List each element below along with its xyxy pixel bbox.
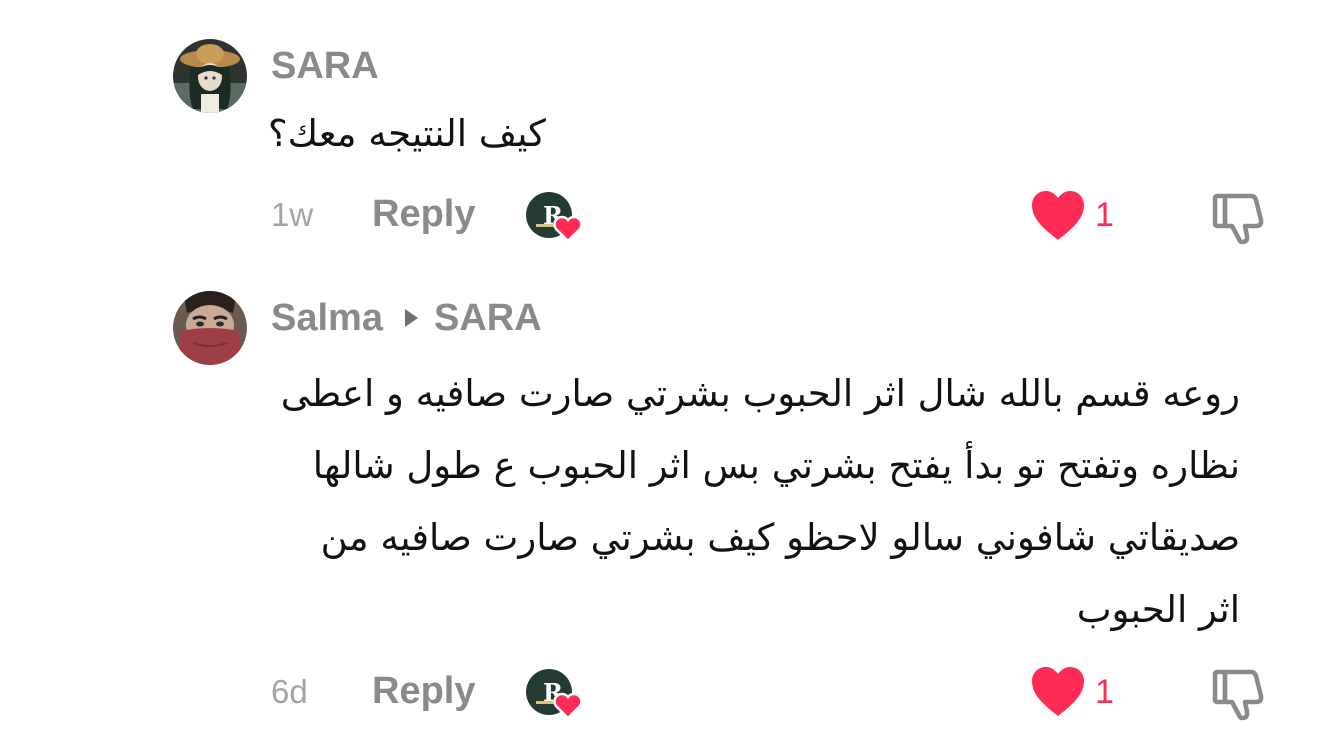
comment-time: 6d: [271, 673, 308, 710]
comment-text-line: نظاره وتفتح تو بدأ يفتح بشرتي بس اثر الح…: [312, 444, 1240, 487]
comment-text-line: روعه قسم بالله شال اثر الحبوب بشرتي صارت…: [280, 372, 1240, 415]
thumbs-down-icon[interactable]: [1211, 190, 1269, 246]
comment-text-line: اثر الحبوب: [1076, 588, 1240, 631]
caret-right-icon: [404, 309, 418, 327]
avatar[interactable]: [173, 39, 247, 113]
reply-to-username[interactable]: SARA: [434, 297, 542, 340]
like-count: 1: [1095, 673, 1114, 711]
avatar-girl-straw-hat-icon: [173, 39, 247, 113]
avatar-face-covered-icon: [173, 291, 247, 365]
reply-button[interactable]: Reply: [372, 193, 475, 236]
username-row: SARA: [271, 43, 379, 89]
username[interactable]: Salma: [271, 297, 383, 340]
comment-time: 1w: [271, 196, 314, 233]
comment-text-line: صديقاتي شافوني سالو لاحظو كيف بشرتي صارت…: [320, 516, 1240, 559]
creator-liked-icon: R: [524, 190, 586, 244]
avatar[interactable]: [173, 291, 247, 365]
username[interactable]: SARA: [271, 45, 379, 88]
creator-liked-icon: R: [524, 667, 586, 721]
comment-text: كيف النتيجه معك؟: [268, 112, 546, 155]
heart-icon[interactable]: [1030, 666, 1086, 718]
reply-button[interactable]: Reply: [372, 670, 475, 713]
comment-text: روعه قسم بالله شال اثر الحبوب بشرتي صارت…: [268, 358, 1240, 646]
like-count: 1: [1095, 196, 1114, 234]
username-row: Salma SARA: [271, 295, 542, 341]
thumbs-down-icon[interactable]: [1211, 666, 1269, 722]
heart-icon[interactable]: [1030, 190, 1086, 242]
